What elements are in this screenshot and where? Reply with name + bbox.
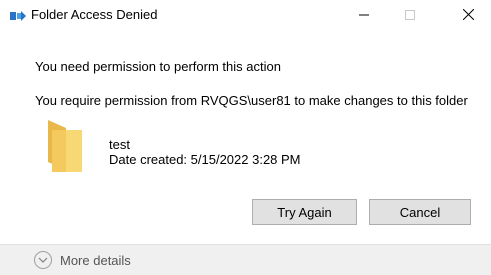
folder-date-created: Date created: 5/15/2022 3:28 PM xyxy=(109,152,301,167)
cancel-button[interactable]: Cancel xyxy=(369,199,471,225)
maximize-button[interactable] xyxy=(387,0,433,31)
file-move-icon xyxy=(10,9,26,21)
folder-icon xyxy=(44,120,84,172)
folder-name: test xyxy=(109,137,130,152)
dialog-footer: More details xyxy=(0,244,491,275)
title-bar[interactable]: Folder Access Denied xyxy=(0,0,491,31)
folder-access-denied-dialog: Folder Access Denied You need permission… xyxy=(0,0,491,275)
chevron-down-icon xyxy=(34,251,52,269)
window-title: Folder Access Denied xyxy=(31,7,158,22)
minimize-icon xyxy=(359,7,369,25)
permission-detail: You require permission from RVQGS\user81… xyxy=(35,93,468,108)
close-button[interactable] xyxy=(445,0,491,31)
minimize-button[interactable] xyxy=(341,0,387,31)
more-details-label: More details xyxy=(60,252,131,268)
try-again-button[interactable]: Try Again xyxy=(252,199,357,225)
more-details-toggle[interactable]: More details xyxy=(34,251,131,269)
permission-headline: You need permission to perform this acti… xyxy=(35,59,281,74)
close-icon xyxy=(462,7,474,25)
maximize-icon xyxy=(405,7,415,25)
